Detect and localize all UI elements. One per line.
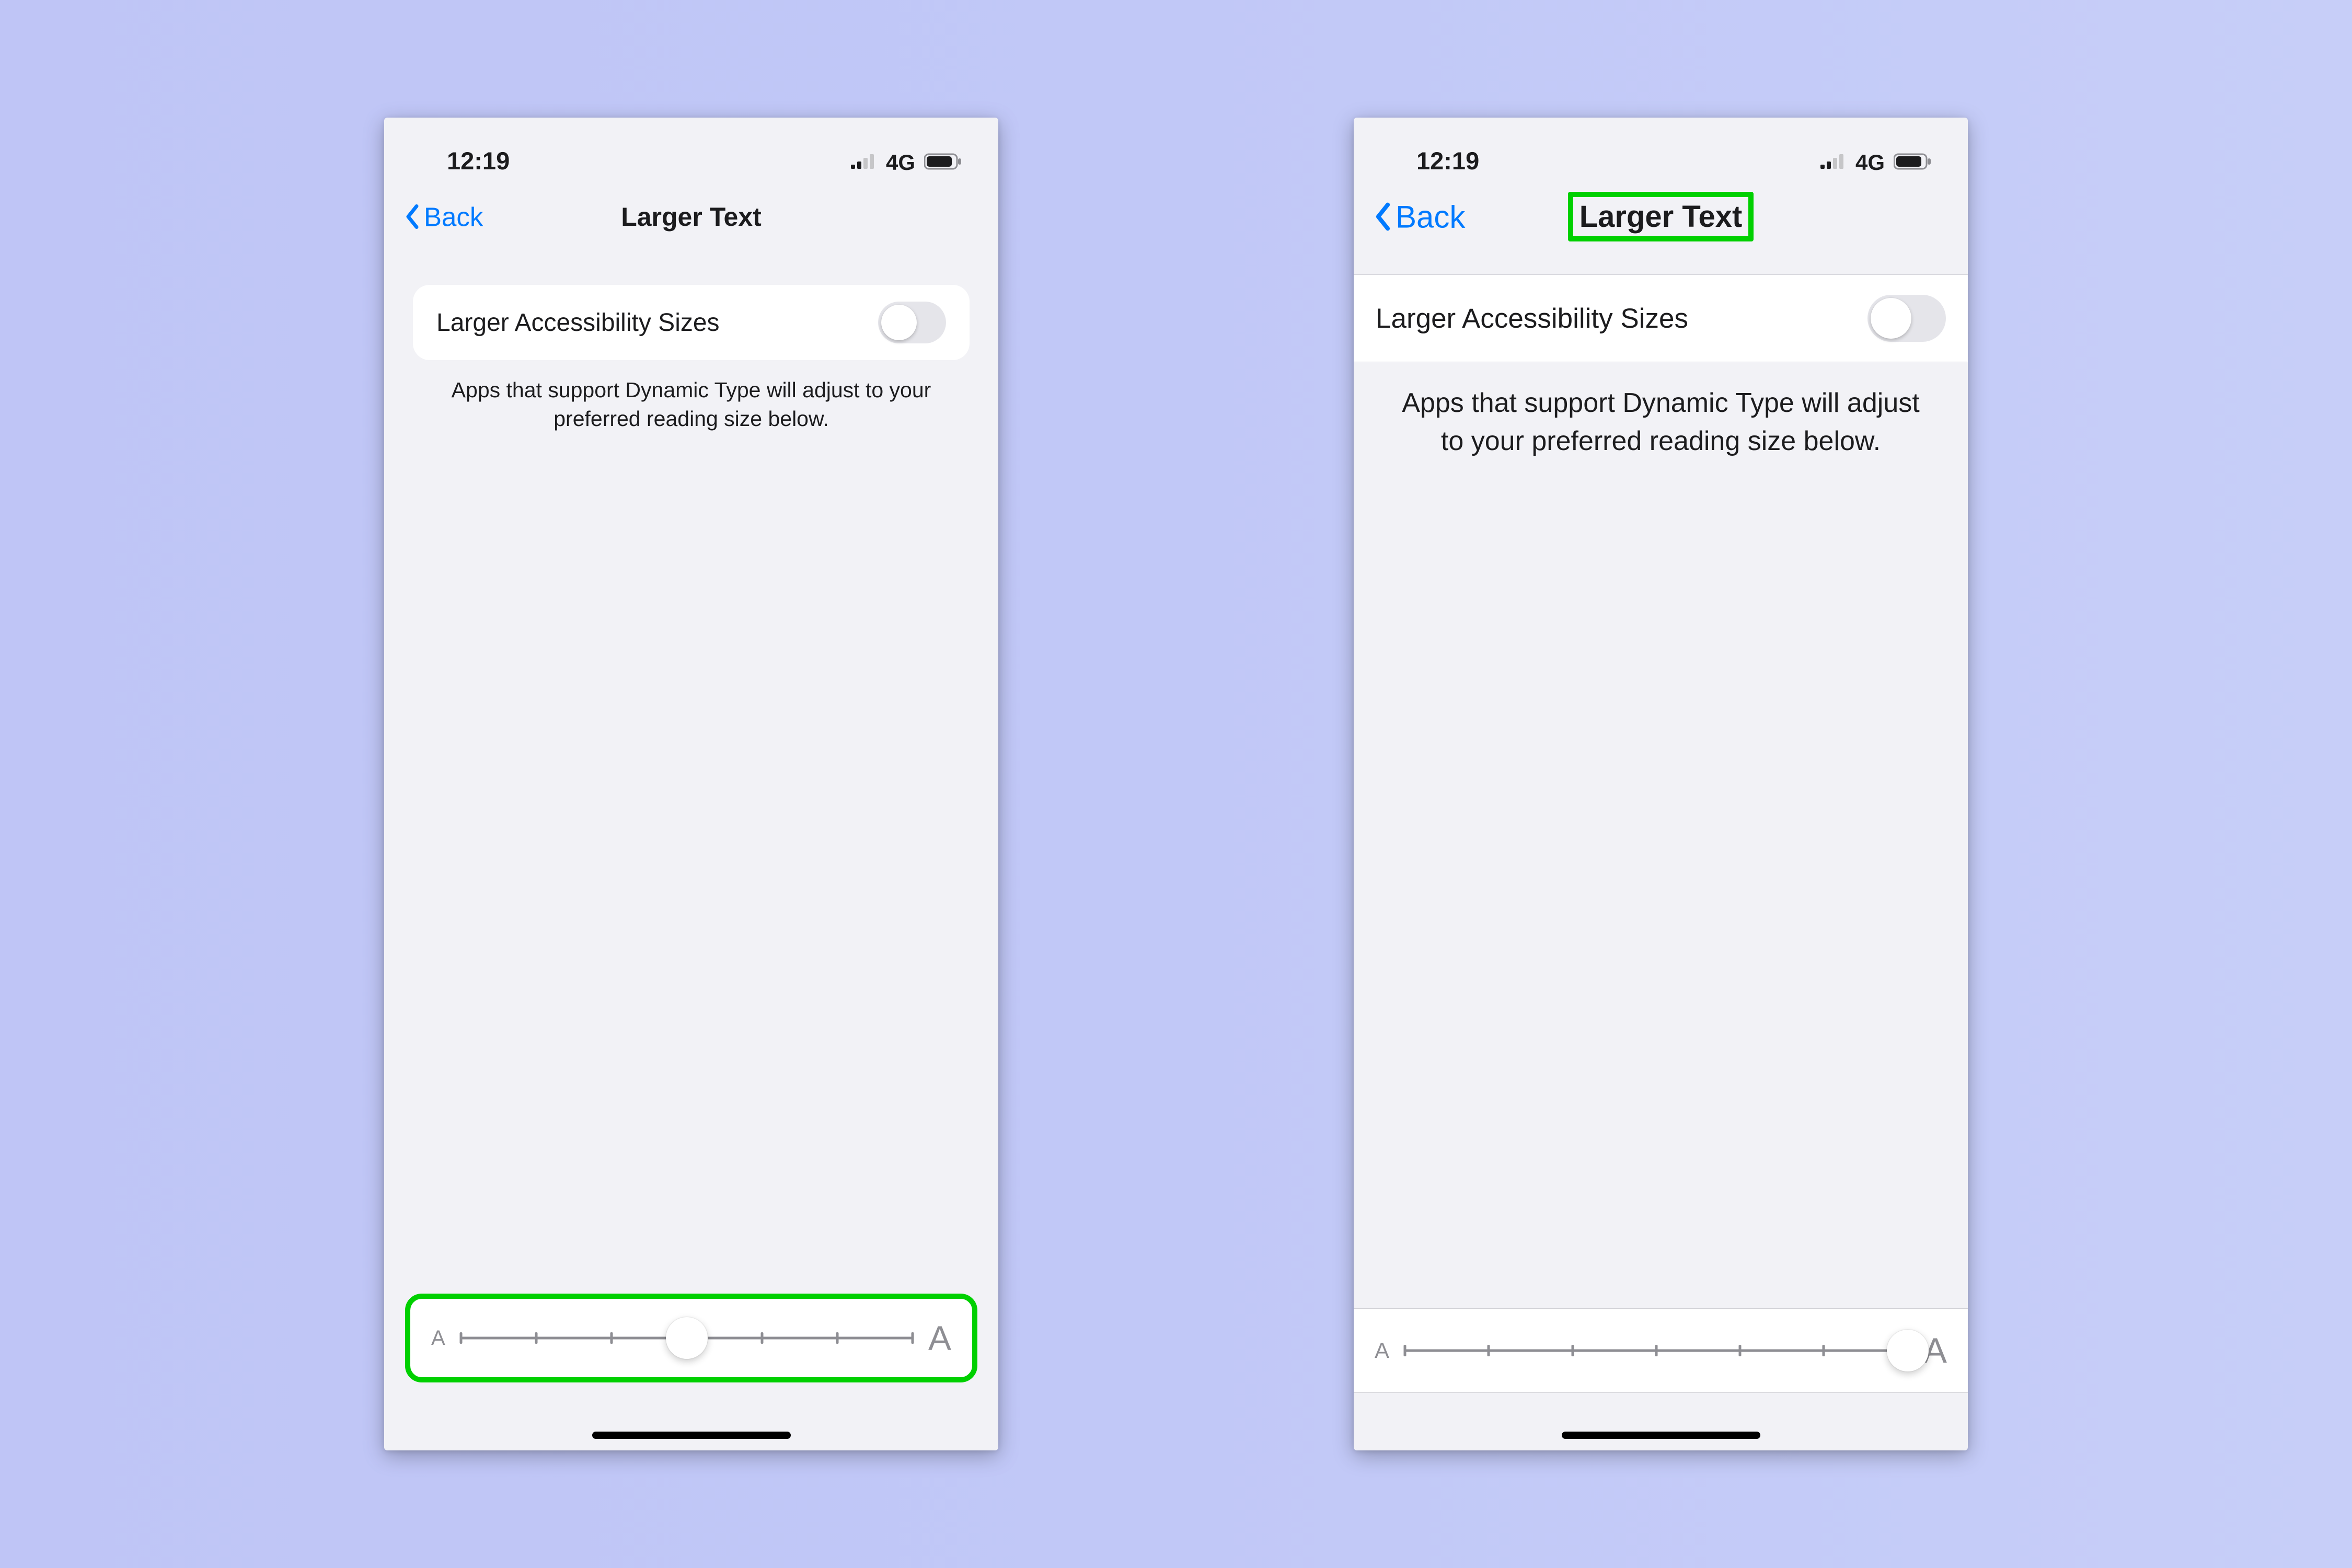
larger-accessibility-sizes-row[interactable]: Larger Accessibility Sizes <box>1354 275 1968 362</box>
back-label: Back <box>424 201 483 232</box>
page-title: Larger Text <box>615 200 768 234</box>
battery-icon <box>1894 153 1931 172</box>
settings-group: Larger Accessibility Sizes <box>413 285 970 360</box>
content-area: Larger Accessibility Sizes Apps that sup… <box>1354 274 1968 460</box>
slider-min-label: A <box>1375 1338 1389 1363</box>
slider-knob[interactable] <box>1887 1330 1929 1371</box>
back-button[interactable]: Back <box>1375 199 1465 235</box>
slider-max-label: A <box>928 1318 951 1358</box>
phone-left: 12:19 4G Back Larger Text Larger Ac <box>384 118 998 1450</box>
network-label: 4G <box>886 150 915 175</box>
settings-group: Larger Accessibility Sizes <box>1354 274 1968 362</box>
slider-min-label: A <box>431 1327 445 1350</box>
signal-icon <box>851 154 877 171</box>
status-right: 4G <box>1820 150 1931 175</box>
battery-icon <box>924 153 962 172</box>
status-bar: 12:19 4G <box>1354 118 1968 180</box>
network-label: 4G <box>1855 150 1885 175</box>
home-indicator[interactable] <box>592 1432 791 1439</box>
status-right: 4G <box>851 150 962 175</box>
text-size-slider-panel: A A <box>1354 1308 1968 1393</box>
text-size-slider[interactable] <box>1405 1330 1908 1371</box>
larger-accessibility-sizes-toggle[interactable] <box>878 302 946 343</box>
toggle-label: Larger Accessibility Sizes <box>436 308 720 337</box>
home-indicator[interactable] <box>1562 1432 1760 1439</box>
page-title: Larger Text <box>1568 192 1754 241</box>
status-bar: 12:19 4G <box>384 118 998 180</box>
nav-bar: Back Larger Text <box>384 180 998 253</box>
back-button[interactable]: Back <box>405 201 483 232</box>
larger-accessibility-sizes-row[interactable]: Larger Accessibility Sizes <box>413 285 970 360</box>
back-label: Back <box>1396 199 1465 235</box>
chevron-left-icon <box>405 204 420 229</box>
chevron-left-icon <box>1375 202 1391 232</box>
slider-knob[interactable] <box>666 1317 708 1359</box>
phone-right: 12:19 4G Back Larger Text Larger Ac <box>1354 118 1968 1450</box>
status-time: 12:19 <box>447 146 510 175</box>
nav-bar: Back Larger Text <box>1354 180 1968 253</box>
larger-accessibility-sizes-toggle[interactable] <box>1867 295 1946 342</box>
footnote-text: Apps that support Dynamic Type will adju… <box>413 360 970 434</box>
toggle-label: Larger Accessibility Sizes <box>1376 303 1688 335</box>
canvas: 12:19 4G Back Larger Text Larger Ac <box>0 0 2352 1568</box>
status-time: 12:19 <box>1416 146 1479 175</box>
text-size-slider[interactable] <box>461 1317 913 1359</box>
signal-icon <box>1820 154 1847 171</box>
content-area: Larger Accessibility Sizes Apps that sup… <box>384 285 998 434</box>
footnote-text: Apps that support Dynamic Type will adju… <box>1354 362 1968 460</box>
text-size-slider-panel: A A <box>405 1294 977 1382</box>
